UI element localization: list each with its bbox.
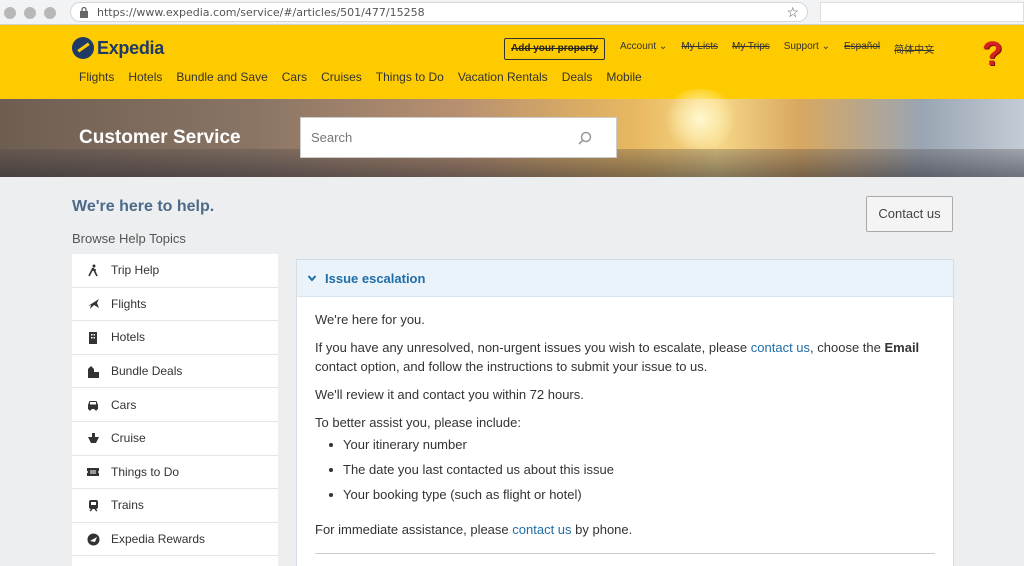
article-review-paragraph: We'll review it and contact you within 7… [315,387,584,402]
hero-banner: Customer Service [0,89,1024,177]
plane-icon [86,297,100,311]
sidebar-item-expedia-rewards[interactable]: Expedia Rewards [72,523,278,557]
text-segment: contact option, and follow the instructi… [315,359,708,374]
sidebar-item-label: Trip Help [111,263,160,278]
sidebar-item-trip-help[interactable]: Trip Help [72,254,278,288]
ticket-icon [86,465,100,479]
search-icon[interactable] [578,131,592,145]
banner-sun [660,89,740,149]
sidebar-item-flights[interactable]: Flights [72,288,278,322]
my-trips-link[interactable]: My Trips [732,41,770,56]
list-item: Your booking type (such as flight or hot… [329,482,935,507]
browser-toolbar: https://www.expedia.com/service/#/articl… [0,0,1024,25]
help-question-icon[interactable]: ? [982,37,1003,71]
divider [315,553,935,554]
site-header: Expedia Add your property Account ⌄ My L… [0,25,1024,99]
address-url[interactable]: https://www.expedia.com/service/#/articl… [97,6,425,19]
page-title: Customer Service [79,127,241,148]
chevron-down-icon [307,275,317,282]
nav-things-to-do[interactable]: Things to Do [376,70,444,84]
lock-icon [80,6,88,18]
support-menu[interactable]: Support ⌄ [784,41,830,56]
cruise-icon [86,431,100,445]
chevron-down-icon: ⌄ [658,41,668,52]
nav-mobile[interactable]: Mobile [606,70,641,84]
top-nav: Account ⌄ My Lists My Trips Support ⌄ Es… [620,41,948,56]
article-header-toggle[interactable]: Issue escalation [297,260,953,297]
sidebar-item-label: Things to Do [111,464,180,479]
text-segment: by phone. [571,522,633,537]
rewards-icon [86,532,100,546]
text-segment: , choose the [810,340,885,355]
nav-hotels[interactable]: Hotels [128,70,162,84]
nav-vacation-rentals[interactable]: Vacation Rentals [458,70,548,84]
text-segment: For immediate assistance, please [315,522,513,537]
contact-us-button[interactable]: Contact us [866,196,953,232]
language-espanol-link[interactable]: Español [844,41,880,56]
add-property-button[interactable]: Add your property [504,38,606,60]
account-menu[interactable]: Account ⌄ [620,41,667,56]
sidebar-item-things-to-do[interactable]: Things to Do [72,456,278,490]
language-chinese-link[interactable]: 简体中文 [894,41,934,56]
train-icon [86,498,100,512]
browser-extension-area[interactable] [820,2,1024,22]
sidebar-item-hotels[interactable]: Hotels [72,321,278,355]
help-search-box[interactable] [300,117,617,158]
list-item: Your itinerary number [329,432,935,457]
expedia-globe-icon [72,37,94,59]
account-label: Account [620,41,657,52]
text-segment: If you have any unresolved, non-urgent i… [315,340,751,355]
sidebar-item-cars[interactable]: Cars [72,388,278,422]
browse-topics-label: Browse Help Topics [72,231,186,246]
bundle-icon [86,364,100,378]
article-include-paragraph: To better assist you, please include: [315,415,521,430]
sidebar-item-trains[interactable]: Trains [72,489,278,523]
article-intro: We're here for you. [315,312,425,327]
email-bold-text: Email [884,340,920,355]
sidebar-item-label: Flights [111,296,147,311]
include-list: Your itinerary number The date you last … [329,432,935,507]
contact-us-phone-link[interactable]: contact us [512,522,571,537]
nav-cruises[interactable]: Cruises [321,70,362,84]
sidebar-item-label: Cars [111,397,137,412]
nav-cars[interactable]: Cars [282,70,307,84]
nav-deals[interactable]: Deals [562,70,593,84]
list-item: The date you last contacted us about thi… [329,457,935,482]
article-panel: Issue escalation We're here for you. If … [296,259,954,566]
sidebar-item-label: Expedia Rewards [111,532,206,547]
main-nav: Flights Hotels Bundle and Save Cars Crui… [79,70,656,84]
sidebar-item-label: Bundle Deals [111,364,183,379]
article-escalation-paragraph: If you have any unresolved, non-urgent i… [315,338,935,376]
article-body: We're here for you. If you have any unre… [297,297,953,539]
sidebar-item-label: Hotels [111,330,146,345]
article-phone-paragraph: For immediate assistance, please contact… [315,520,935,539]
search-input[interactable] [301,118,571,157]
article-title: Issue escalation [325,270,426,286]
sidebar-item-label: Trains [111,498,144,513]
help-topics-sidebar: Trip Help Flights Hotels Bundle Deals Ca… [72,254,278,566]
sidebar-item-bundle-deals[interactable]: Bundle Deals [72,355,278,389]
hotel-icon [86,330,100,344]
logo-text: Expedia [97,37,164,58]
nav-bundle-and-save[interactable]: Bundle and Save [176,70,267,84]
trip-help-icon [86,263,100,277]
support-label: Support [783,41,819,52]
sidebar-item-cruise[interactable]: Cruise [72,422,278,456]
help-heading: We're here to help. [72,198,215,215]
my-lists-link[interactable]: My Lists [681,41,718,56]
car-icon [86,398,100,412]
bookmark-star-icon[interactable]: ☆ [786,4,799,21]
expedia-logo[interactable]: Expedia [72,37,164,59]
address-bar[interactable]: https://www.expedia.com/service/#/articl… [70,2,808,22]
nav-flights[interactable]: Flights [79,70,114,84]
chevron-down-icon: ⌄ [821,41,830,52]
contact-us-link[interactable]: contact us [751,340,810,355]
sidebar-item-label: Cruise [111,431,146,446]
browser-controls[interactable] [4,3,64,21]
